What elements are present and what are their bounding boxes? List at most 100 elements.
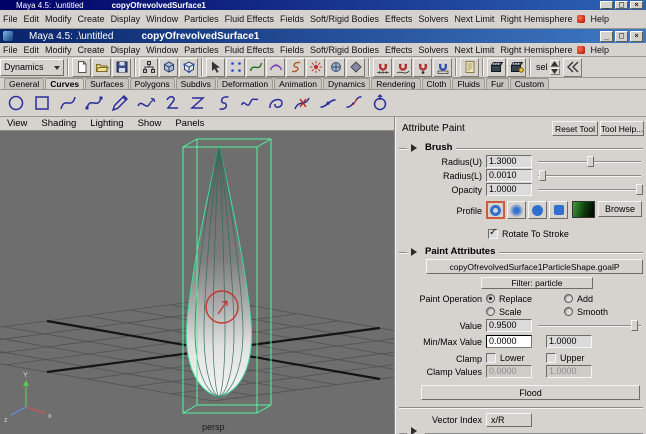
shelf-tab-deformation[interactable]: Deformation <box>216 78 274 89</box>
profile-soft-button[interactable] <box>507 201 526 219</box>
spiral-curve-icon[interactable] <box>263 91 288 115</box>
menu-file[interactable]: File <box>0 45 21 55</box>
menu-solvers[interactable]: Solvers <box>415 45 451 55</box>
outer-titlebar[interactable]: Maya 4.5: .\untitled copyOfrevolvedSurfa… <box>0 0 646 10</box>
render-frame-icon[interactable] <box>487 57 506 77</box>
spin-up-icon[interactable] <box>549 59 560 67</box>
viewport-menu-show[interactable]: Show <box>131 118 169 129</box>
maximize-button[interactable]: □ <box>615 1 628 9</box>
clamp-lower-checkbox[interactable] <box>486 353 496 363</box>
menu-create[interactable]: Create <box>75 45 108 55</box>
z-curve-icon[interactable] <box>185 91 210 115</box>
shelf-tab-polygons[interactable]: Polygons <box>129 78 175 89</box>
close-button[interactable]: × <box>630 30 643 42</box>
shelf-tab-rendering[interactable]: Rendering <box>371 78 421 89</box>
history-icon[interactable] <box>460 57 479 77</box>
rotate-to-stroke-checkbox[interactable]: ✓ <box>488 227 498 239</box>
mask-rendering-icon[interactable] <box>326 57 345 77</box>
menu-window[interactable]: Window <box>143 14 181 24</box>
value-slider[interactable] <box>538 319 641 332</box>
shelf-tab-fluids[interactable]: Fluids <box>452 78 486 89</box>
viewport-menu-panels[interactable]: Panels <box>168 118 211 129</box>
spin-down-icon[interactable] <box>549 67 560 75</box>
menu-display[interactable]: Display <box>108 14 144 24</box>
ui-collapse-icon[interactable] <box>562 57 582 77</box>
file-save-icon[interactable] <box>112 57 131 77</box>
snap-curve-icon[interactable] <box>393 57 412 77</box>
mask-misc-icon[interactable] <box>346 57 365 77</box>
menu-next-limit[interactable]: Next Limit <box>451 45 497 55</box>
snap-point-icon[interactable] <box>413 57 432 77</box>
collapse-arrow-icon[interactable] <box>411 427 421 434</box>
minimize-button[interactable]: _ <box>600 30 613 42</box>
mask-surfaces-icon[interactable] <box>266 57 285 77</box>
min-value-field[interactable]: 0.0000 <box>486 335 532 348</box>
replace-radio[interactable] <box>486 294 495 303</box>
mask-curves-icon[interactable] <box>246 57 265 77</box>
menu-help[interactable]: Help <box>587 45 612 55</box>
flood-button[interactable]: Flood <box>421 385 640 400</box>
menu-next-limit[interactable]: Next Limit <box>451 14 497 24</box>
shelf-tab-fur[interactable]: Fur <box>486 78 509 89</box>
paint-attribute-target-button[interactable]: copyOfrevolvedSurface1ParticleShape.goal… <box>426 259 643 274</box>
value-field[interactable]: 0.9500 <box>486 319 532 332</box>
detach-curve-icon[interactable] <box>341 91 366 115</box>
opacity-slider[interactable] <box>538 183 643 196</box>
menu-set-dropdown[interactable]: Dynamics <box>0 58 64 76</box>
browse-button[interactable]: Browse <box>598 201 642 217</box>
select-component-icon[interactable] <box>179 57 198 77</box>
menu-right-hemisphere[interactable]: Right Hemisphere <box>497 45 575 55</box>
radius-l-field[interactable]: 0.0010 <box>486 169 532 182</box>
menu-window[interactable]: Window <box>143 45 181 55</box>
viewport-menu-lighting[interactable]: Lighting <box>83 118 130 129</box>
sine-curve-icon[interactable] <box>237 91 262 115</box>
shelf-tab-surfaces[interactable]: Surfaces <box>85 78 129 89</box>
menu-fluid-effects[interactable]: Fluid Effects <box>222 45 277 55</box>
active-titlebar[interactable]: Maya 4.5: .\untitled copyOfrevolvedSurfa… <box>0 29 646 43</box>
profile-solid-button[interactable] <box>528 201 547 219</box>
circle-tool-icon[interactable] <box>3 91 28 115</box>
select-object-icon[interactable] <box>159 57 178 77</box>
menu-effects[interactable]: Effects <box>382 14 415 24</box>
shelf-tab-custom[interactable]: Custom <box>509 78 550 89</box>
ep-curve-icon[interactable] <box>81 91 106 115</box>
s-curve-icon[interactable] <box>211 91 236 115</box>
viewport-menu-shading[interactable]: Shading <box>34 118 83 129</box>
profile-square-button[interactable] <box>549 201 568 219</box>
minimize-button[interactable]: _ <box>600 1 613 9</box>
maximize-button[interactable]: □ <box>615 30 628 42</box>
file-open-icon[interactable] <box>92 57 111 77</box>
clamp-upper-checkbox[interactable] <box>546 353 556 363</box>
opacity-field[interactable]: 1.0000 <box>486 183 532 196</box>
menu-modify[interactable]: Modify <box>42 45 75 55</box>
pencil-curve-icon[interactable] <box>107 91 132 115</box>
file-new-icon[interactable] <box>72 57 91 77</box>
shelf-tab-curves[interactable]: Curves <box>45 78 85 89</box>
menu-fields[interactable]: Fields <box>277 45 307 55</box>
snap-grid-icon[interactable] <box>373 57 392 77</box>
curve-fillet-icon[interactable] <box>159 91 184 115</box>
tool-help-button[interactable]: Tool Help... <box>600 121 644 136</box>
radius-u-field[interactable]: 1.3000 <box>486 155 532 168</box>
ipr-render-icon[interactable] <box>507 57 526 77</box>
shelf-tab-dynamics[interactable]: Dynamics <box>322 78 371 89</box>
add-radio[interactable] <box>564 294 573 303</box>
viewport-canvas[interactable]: Y x z persp <box>0 131 547 434</box>
reset-tool-button[interactable]: Reset Tool <box>552 121 598 136</box>
menu-modify[interactable]: Modify <box>42 14 75 24</box>
menu-fluid-effects[interactable]: Fluid Effects <box>222 14 277 24</box>
menu-soft-rigid-bodies[interactable]: Soft/Rigid Bodies <box>307 45 382 55</box>
menu-edit[interactable]: Edit <box>21 45 43 55</box>
menu-solvers[interactable]: Solvers <box>415 14 451 24</box>
smooth-radio[interactable] <box>564 307 573 316</box>
attach-curve-icon[interactable] <box>315 91 340 115</box>
menu-help[interactable]: Help <box>587 14 612 24</box>
collapse-arrow-icon[interactable] <box>411 247 421 256</box>
menu-display[interactable]: Display <box>108 45 144 55</box>
cv-curve-icon[interactable] <box>55 91 80 115</box>
select-hierarchy-icon[interactable] <box>139 57 158 77</box>
cut-curve-icon[interactable] <box>289 91 314 115</box>
menu-effects[interactable]: Effects <box>382 45 415 55</box>
radius-l-slider[interactable] <box>538 169 641 182</box>
viewport-menu-view[interactable]: View <box>0 118 34 129</box>
